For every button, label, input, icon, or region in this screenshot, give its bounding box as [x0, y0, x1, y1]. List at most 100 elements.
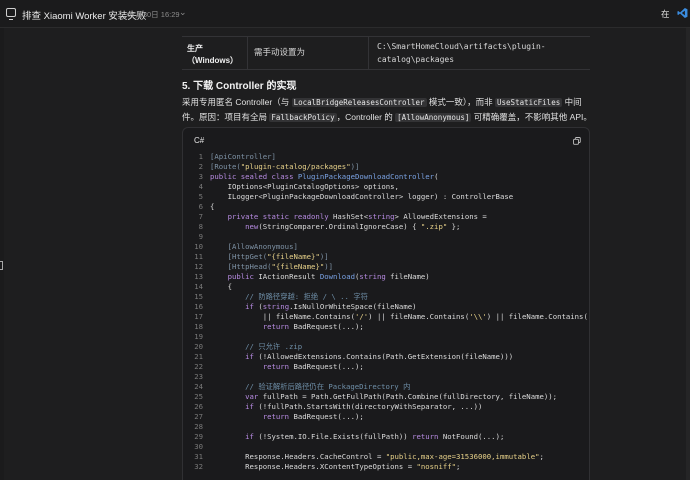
code-text: private static readonly HashSet<string> …: [210, 212, 487, 222]
code-token: "{fileName}": [267, 252, 320, 261]
code-token: "{fileName}": [271, 262, 325, 271]
code-text: [AllowAnonymous]: [210, 242, 298, 252]
line-number: 13: [194, 272, 203, 281]
code-text: return BadRequest(...);: [210, 412, 364, 422]
line-number: 4: [198, 182, 203, 191]
code-token: '\\': [469, 312, 487, 321]
code-token: new: [210, 222, 259, 231]
code-token: string: [368, 212, 395, 221]
code-token: if: [210, 302, 259, 311]
code-text: [ApiController]: [210, 152, 276, 162]
line-number: 24: [194, 382, 203, 391]
code-token: private static readonly: [210, 212, 334, 221]
code-lines: 1 [ApiController] 2 [Route("plugin-catalog/…: [183, 152, 589, 472]
table-divider: [368, 37, 369, 70]
code-token: HashSet<: [333, 212, 369, 221]
code-token: BadRequest(...);: [293, 362, 364, 371]
table-cell-setting: 需手动设置为: [254, 47, 306, 57]
inline-code: UseStaticFiles: [495, 98, 563, 107]
line-number: 26: [194, 402, 203, 411]
code-line: 11 [HttpGet("{fileName}")]: [183, 252, 589, 262]
line-number: 20: [194, 342, 203, 351]
open-in-label[interactable]: 在: [661, 8, 670, 20]
code-text: {: [210, 282, 232, 292]
line-number: 8: [198, 222, 203, 231]
code-token: "..": [588, 312, 589, 321]
code-text: {: [210, 202, 214, 212]
section-heading: 5. 下载 Controller 的实现: [182, 81, 297, 92]
vscode-icon[interactable]: [677, 7, 688, 19]
code-token: // 只允许 .zip: [210, 342, 303, 351]
code-token: // 防路径穿越: 拒绝 / \ .. 字符: [210, 292, 368, 301]
code-token: if: [210, 352, 259, 361]
code-line: 32 Response.Headers.XContentTypeOptions …: [183, 462, 589, 472]
line-number: 23: [194, 372, 203, 381]
chevron-down-icon[interactable]: ⌄: [179, 7, 187, 18]
line-number: 15: [194, 292, 203, 301]
code-line: 20 // 只允许 .zip: [183, 342, 589, 352]
code-text: public sealed class PluginPackageDownloa…: [210, 172, 438, 182]
inline-code: FallbackPolicy: [269, 113, 337, 122]
inline-code: [AllowAnonymous]: [395, 113, 472, 122]
code-token: '/': [354, 312, 369, 321]
code-text: IOptions<PluginCatalogOptions> options,: [210, 182, 399, 192]
paragraph-text: 模式一致），而非: [426, 97, 496, 107]
line-number: 1: [198, 152, 203, 161]
line-number: 17: [194, 312, 203, 321]
code-token: fileName): [385, 272, 430, 281]
code-language-label: C#: [194, 136, 205, 145]
code-text: ILogger<PluginPackageDownloadController>…: [210, 192, 514, 202]
code-line: 12 [HttpHead("{fileName}")]: [183, 262, 589, 272]
code-text: // 防路径穿越: 拒绝 / \ .. 字符: [210, 292, 368, 302]
paragraph-text: 可精确覆盖，不影响其他 API。: [471, 112, 592, 122]
code-token: BadRequest(...);: [293, 322, 364, 331]
code-token: BadRequest(...);: [293, 412, 364, 421]
code-token: ".zip": [420, 222, 448, 231]
code-text: // 验证解析后路径仍在 PackageDirectory 内: [210, 382, 410, 392]
copy-icon[interactable]: [573, 137, 581, 145]
code-line: 16 if (string.IsNullOrWhiteSpace(fileNam…: [183, 302, 589, 312]
bracket-icon[interactable]: [0, 261, 3, 270]
line-number: 9: [198, 232, 203, 241]
code-text: if (string.IsNullOrWhiteSpace(fileName): [210, 302, 417, 312]
code-token: PluginPackageDownloadController: [297, 172, 435, 181]
code-token: "plugin-catalog/packages": [240, 162, 351, 171]
code-token: NotFound(...);: [442, 432, 505, 441]
line-number: 19: [194, 332, 203, 341]
code-token: IActionResult: [258, 272, 320, 281]
left-edge-strip: [0, 28, 4, 480]
code-text: var fullPath = Path.GetFullPath(Path.Com…: [210, 392, 557, 402]
table-cell-environment: 生产（Windows）: [187, 44, 239, 65]
code-token: [AllowAnonymous]: [210, 242, 298, 251]
code-token: // 验证解析后路径仍在 PackageDirectory 内: [210, 382, 411, 391]
scrollbar[interactable]: [686, 28, 690, 480]
code-line: 15 // 防路径穿越: 拒绝 / \ .. 字符: [183, 292, 589, 302]
code-token: fullPath = Path.GetFullPath(Path.Combine…: [262, 392, 558, 401]
code-line: 19: [183, 332, 589, 342]
code-token: public: [210, 272, 259, 281]
code-text: // 只允许 .zip: [210, 342, 302, 352]
code-token: .IsNullOrWhiteSpace(fileName): [289, 302, 417, 311]
code-text: new(StringComparer.OrdinalIgnoreCase) { …: [210, 222, 460, 232]
code-text: [HttpGet("{fileName}")]: [210, 252, 329, 262]
conversation-timestamp: 07月30日 16:29: [127, 10, 180, 19]
code-line: 6{: [183, 202, 589, 212]
code-line: 18 return BadRequest(...);: [183, 322, 589, 332]
monitor-icon: [6, 8, 16, 20]
line-number: 22: [194, 362, 203, 371]
code-token: Download: [319, 272, 355, 281]
code-token: if: [210, 402, 259, 411]
code-token: "public,max-age=31536000,immutable": [385, 452, 540, 461]
code-token: IOptions<PluginCatalogOptions> options,: [210, 182, 399, 191]
code-token: )]: [324, 262, 334, 271]
explanation-paragraph: 采用专用匿名 Controller（与 LocalBridgeReleasesC…: [182, 95, 592, 125]
code-token: )]: [350, 162, 360, 171]
paragraph-text: ，Controller 的: [336, 112, 396, 122]
code-token: return: [210, 412, 294, 421]
code-text: if (!System.IO.File.Exists(fullPath)) re…: [210, 432, 504, 442]
code-token: [Route(: [210, 162, 241, 171]
code-line: 30: [183, 442, 589, 452]
code-token: };: [447, 222, 461, 231]
code-token: ;: [539, 452, 544, 461]
line-number: 31: [194, 452, 203, 461]
